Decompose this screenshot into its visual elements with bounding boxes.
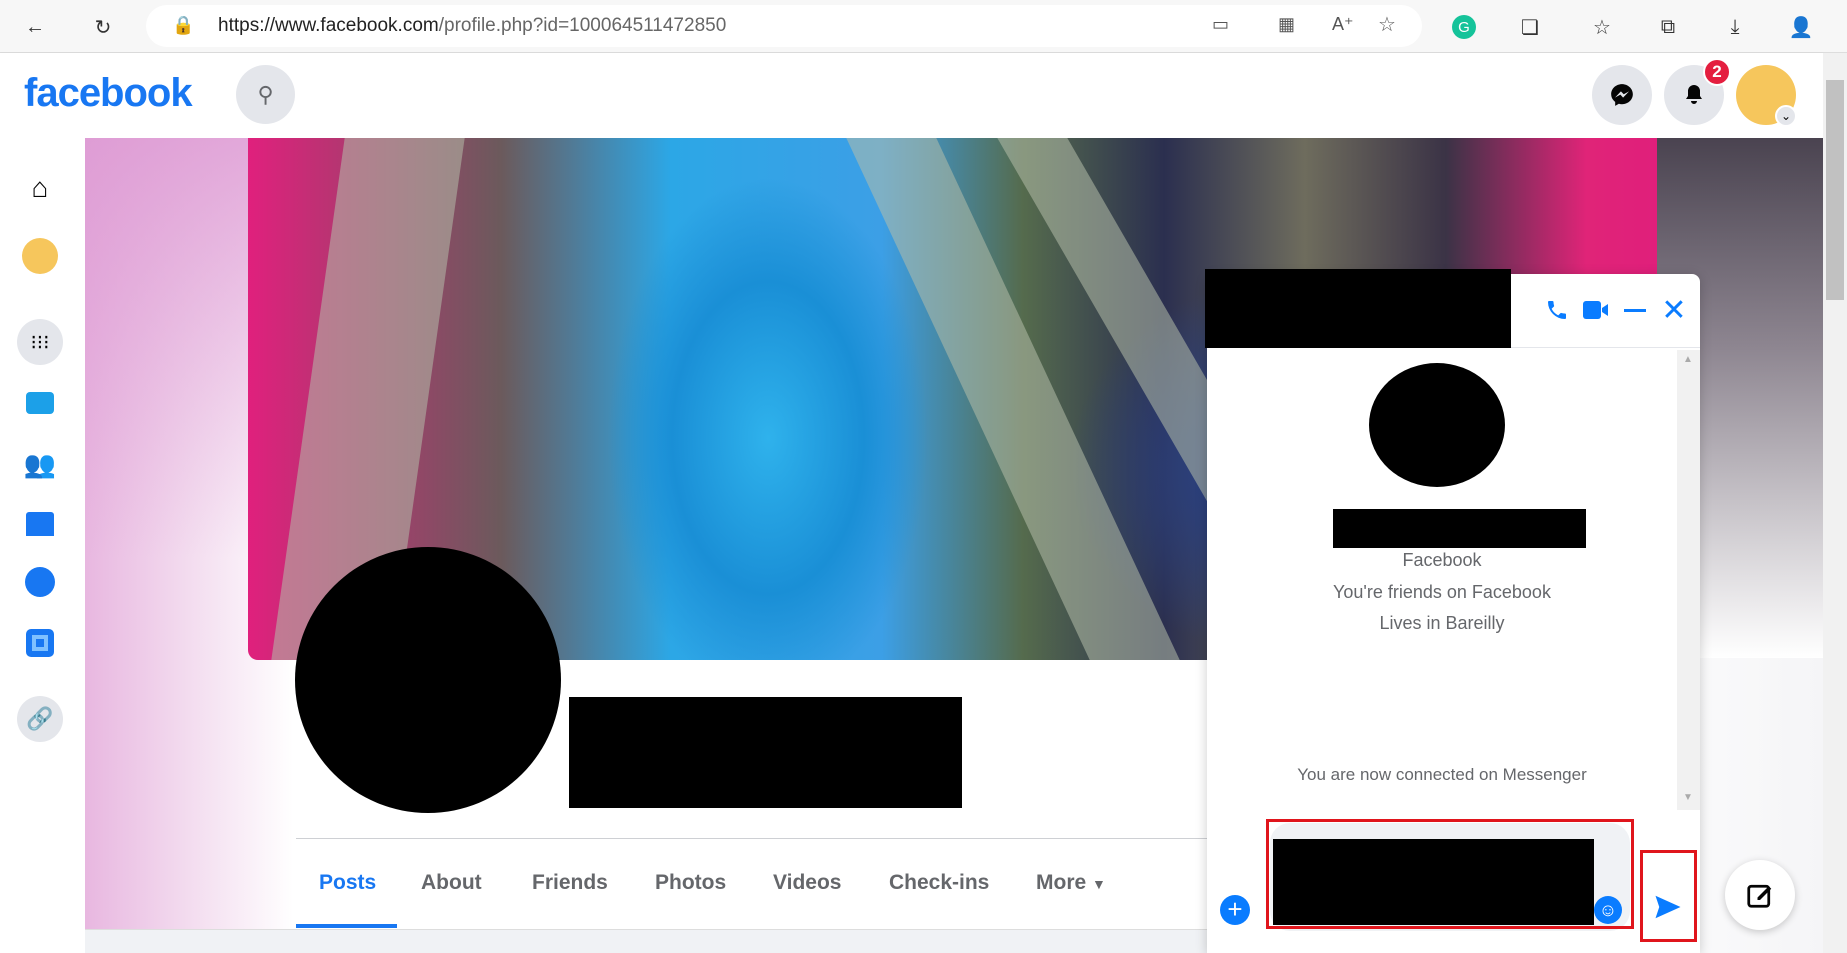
video-call-button[interactable]: [1581, 295, 1611, 325]
tab-check-ins[interactable]: Check-ins: [889, 871, 989, 895]
plus-icon: +: [1227, 894, 1243, 924]
video-camera-icon: [1583, 301, 1608, 319]
read-aloud-icon[interactable]: A⁺: [1332, 14, 1354, 35]
collections-icon[interactable]: ⧉: [1653, 12, 1683, 42]
chat-contact-name-redacted: [1333, 509, 1586, 548]
close-button[interactable]: ✕: [1659, 293, 1689, 327]
bell-icon: [1686, 85, 1702, 104]
facebook-logo[interactable]: facebook: [24, 71, 193, 116]
tab-friends[interactable]: Friends: [532, 871, 608, 895]
profile-avatar-icon[interactable]: [22, 238, 58, 274]
refresh-icon[interactable]: ↻: [88, 12, 118, 42]
profile-picture[interactable]: [295, 547, 561, 813]
back-icon[interactable]: ←: [20, 12, 50, 42]
url-host: https://www.facebook.com: [218, 15, 439, 36]
left-sidebar: ⌂ ⁝⁝⁝ 👥 🔗: [0, 138, 85, 953]
menu-grid-icon[interactable]: ⁝⁝⁝: [17, 319, 63, 365]
caret-down-icon: ▼: [1092, 876, 1106, 892]
messenger-button[interactable]: [1592, 65, 1652, 125]
chat-scrollbar[interactable]: ▲ ▼: [1677, 350, 1700, 810]
add-attachment-button[interactable]: +: [1220, 895, 1250, 925]
lock-icon[interactable]: 🔒: [172, 15, 194, 36]
divider: [1511, 347, 1700, 348]
favorites-icon[interactable]: ☆: [1587, 12, 1617, 42]
address-bar[interactable]: 🔒 https://www.facebook.com/profile.php?i…: [146, 5, 1422, 47]
active-tab-indicator: [296, 924, 397, 928]
tab-posts[interactable]: Posts: [319, 871, 376, 895]
highlight-box-send: [1640, 850, 1697, 942]
cast-icon[interactable]: ▭: [1212, 14, 1229, 35]
new-message-button[interactable]: [1725, 860, 1795, 930]
facebook-header: facebook ⚲ 2 ⌄: [0, 53, 1823, 138]
close-icon: ✕: [1661, 293, 1687, 327]
groups-icon[interactable]: [25, 567, 55, 597]
messenger-icon: [1611, 84, 1633, 106]
minimize-icon: [1624, 308, 1646, 312]
highlight-box-input: [1266, 819, 1634, 929]
content-area: [85, 929, 1207, 953]
marketplace-icon[interactable]: [26, 512, 54, 536]
gaming-icon[interactable]: [26, 629, 54, 657]
chat-contact-avatar[interactable]: [1369, 363, 1505, 487]
watch-icon[interactable]: [26, 392, 54, 414]
add-favorite-icon[interactable]: ☆: [1378, 12, 1396, 37]
call-button[interactable]: [1542, 295, 1572, 325]
chat-connected-text: You are now connected on Messenger: [1297, 765, 1587, 784]
chevron-down-icon[interactable]: ⌄: [1775, 105, 1797, 127]
tab-photos[interactable]: Photos: [655, 871, 726, 895]
friends-icon[interactable]: 👥: [20, 444, 60, 484]
tab-more-label: More: [1036, 871, 1087, 894]
chat-friends-text: You're friends on Facebook: [1333, 582, 1551, 602]
search-button[interactable]: ⚲: [236, 65, 295, 124]
browser-toolbar: ← ↻ 🔒 https://www.facebook.com/profile.p…: [0, 0, 1847, 53]
profile-name-redacted: [569, 697, 962, 808]
extensions-icon[interactable]: ❏: [1515, 12, 1545, 42]
divider: [296, 838, 1207, 839]
compose-icon: [1747, 884, 1772, 908]
notification-badge: 2: [1703, 58, 1731, 86]
link-icon[interactable]: 🔗: [17, 696, 63, 742]
chat-lives-text: Lives in Bareilly: [1379, 613, 1505, 633]
chat-contact-name-redacted[interactable]: [1205, 269, 1511, 348]
page-scrollbar-thumb[interactable]: [1826, 80, 1844, 300]
tab-videos[interactable]: Videos: [773, 871, 841, 895]
minimize-button[interactable]: [1620, 295, 1650, 325]
home-icon[interactable]: ⌂: [20, 168, 60, 208]
apps-icon[interactable]: ▦: [1278, 14, 1295, 35]
phone-icon: [1548, 301, 1566, 319]
tab-about[interactable]: About: [421, 871, 482, 895]
tab-more[interactable]: More ▼: [1036, 871, 1106, 895]
chat-source: Facebook: [1402, 550, 1482, 570]
search-icon: ⚲: [257, 81, 274, 107]
grammarly-icon[interactable]: G: [1452, 15, 1476, 39]
url-path: /profile.php?id=100064511472850: [438, 15, 727, 36]
profile-icon[interactable]: 👤: [1786, 12, 1816, 42]
downloads-icon[interactable]: ⤓: [1720, 12, 1750, 42]
